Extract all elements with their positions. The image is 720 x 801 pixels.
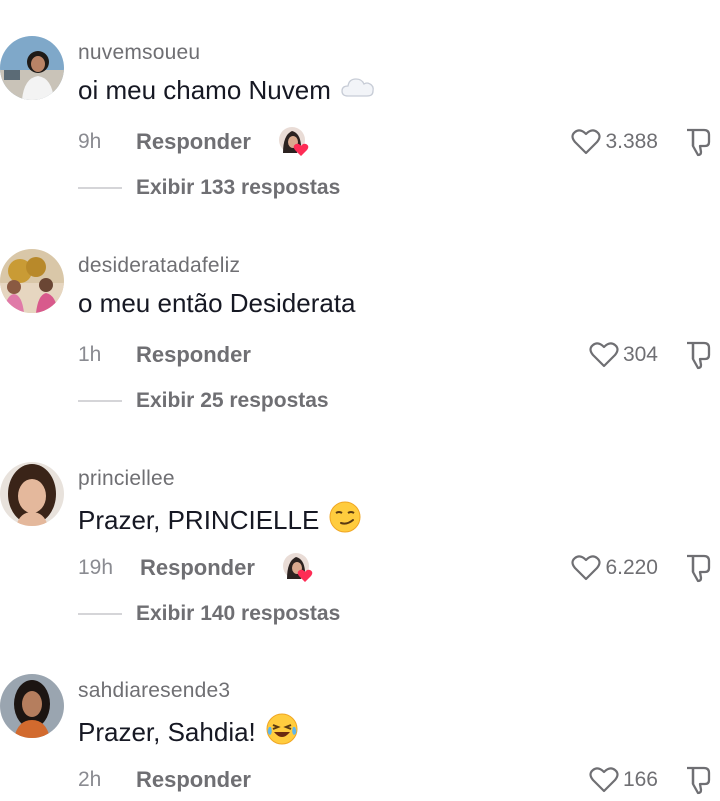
laughing-tears-icon — [266, 713, 298, 752]
reply-button[interactable]: Responder — [136, 342, 251, 368]
comment-text: oi meu chamo Nuvem — [78, 75, 375, 106]
comment-body: Prazer, PRINCIELLE — [78, 505, 320, 535]
like-button[interactable]: 166 — [589, 763, 658, 797]
comment-meta: 2h Responder — [78, 763, 251, 797]
comment-item: sahdiaresende3 Prazer, Sahdia! 2h Respon… — [0, 674, 720, 801]
dislike-icon[interactable] — [684, 765, 712, 795]
smirk-face-icon — [329, 501, 361, 540]
avatar[interactable] — [0, 36, 64, 100]
comment-item: desideratadafeliz o meu então Desiderata… — [0, 249, 720, 439]
comment-username[interactable]: desideratadafeliz — [78, 254, 240, 278]
comment-body: Prazer, Sahdia! — [78, 717, 256, 747]
dislike-icon[interactable] — [684, 553, 712, 583]
comment-text: Prazer, Sahdia! — [78, 713, 298, 752]
heart-outline-icon — [589, 767, 619, 793]
avatar[interactable] — [0, 462, 64, 526]
comment-item: princiellee Prazer, PRINCIELLE 19h Respo… — [0, 462, 720, 652]
comment-username[interactable]: princiellee — [78, 467, 175, 491]
dislike-icon[interactable] — [684, 340, 712, 370]
avatar-image — [0, 249, 64, 313]
comment-text: o meu então Desiderata — [78, 288, 356, 319]
comment-time: 2h — [78, 768, 102, 791]
comment-username[interactable]: nuvemsoueu — [78, 41, 200, 65]
like-count: 3.388 — [605, 130, 658, 153]
heart-outline-icon — [589, 342, 619, 368]
cloud-icon — [341, 75, 375, 106]
comment-item: nuvemsoueu oi meu chamo Nuvem 9h Respond… — [0, 36, 720, 226]
avatar-image — [0, 36, 64, 100]
heart-outline-icon — [571, 555, 602, 581]
like-count: 166 — [622, 768, 658, 791]
liked-by-creator-icon — [277, 125, 313, 159]
reply-button[interactable]: Responder — [136, 767, 251, 793]
comment-meta: 1h Responder — [78, 338, 251, 372]
view-replies-button[interactable]: Exibir 140 respostas — [78, 602, 340, 626]
avatar[interactable] — [0, 674, 64, 738]
comment-username[interactable]: sahdiaresende3 — [78, 679, 230, 703]
avatar[interactable] — [0, 249, 64, 313]
comment-body: oi meu chamo Nuvem — [78, 75, 331, 105]
comment-body: o meu então Desiderata — [78, 288, 356, 318]
reply-button[interactable]: Responder — [140, 555, 255, 581]
reply-button[interactable]: Responder — [136, 129, 251, 155]
like-count: 304 — [622, 343, 658, 366]
view-replies-button[interactable]: Exibir 133 respostas — [78, 176, 340, 200]
comment-time: 19h — [78, 556, 114, 579]
comment-time: 1h — [78, 343, 102, 366]
dislike-icon[interactable] — [684, 127, 712, 157]
like-button[interactable]: 304 — [589, 338, 658, 372]
comment-time: 9h — [78, 130, 102, 153]
like-count: 6.220 — [605, 556, 658, 579]
view-replies-label: Exibir 140 respostas — [136, 602, 341, 625]
like-button[interactable]: 6.220 — [571, 551, 658, 585]
comment-meta: 9h Responder — [78, 125, 313, 159]
heart-outline-icon — [571, 129, 602, 155]
view-replies-label: Exibir 133 respostas — [136, 176, 341, 199]
divider-line — [78, 400, 122, 402]
view-replies-label: Exibir 25 respostas — [136, 389, 329, 412]
comment-text: Prazer, PRINCIELLE — [78, 501, 361, 540]
liked-by-creator-icon — [281, 551, 317, 585]
divider-line — [78, 187, 122, 189]
divider-line — [78, 613, 122, 615]
like-button[interactable]: 3.388 — [571, 125, 658, 159]
avatar-image — [0, 674, 64, 738]
view-replies-button[interactable]: Exibir 25 respostas — [78, 389, 329, 413]
avatar-image — [0, 462, 64, 526]
comment-meta: 19h Responder — [78, 551, 317, 585]
